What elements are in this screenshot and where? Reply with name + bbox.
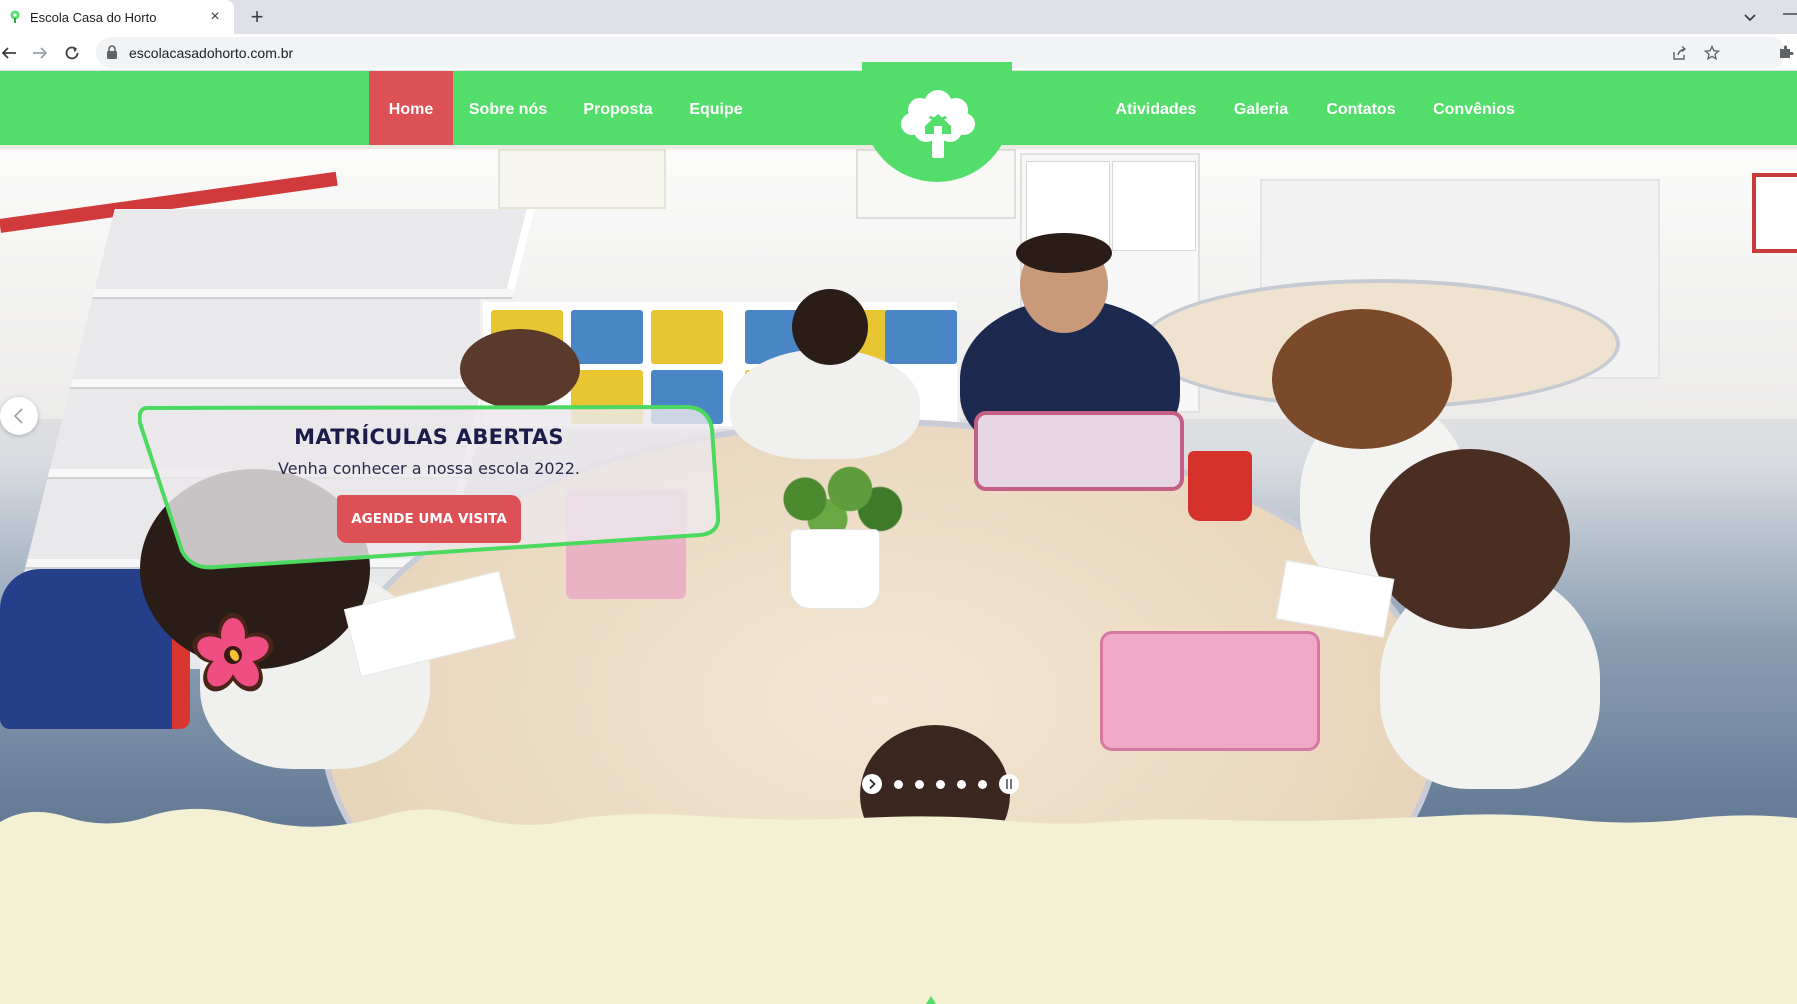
- arrow-right-icon: [33, 47, 48, 59]
- arrow-left-icon: [1, 47, 16, 59]
- slider-dot[interactable]: [894, 779, 903, 789]
- back-button[interactable]: [0, 40, 22, 66]
- bookmark-button[interactable]: [1702, 43, 1722, 63]
- nav-galeria[interactable]: Galeria: [1226, 71, 1296, 149]
- hero-slider: MATRÍCULAS ABERTAS Venha conhecer a noss…: [0, 149, 1797, 849]
- promo-subtitle: Venha conhecer a nossa escola 2022.: [277, 459, 581, 478]
- forward-button[interactable]: [27, 40, 53, 66]
- child-head: [792, 289, 868, 365]
- flower-decoration-icon: [192, 613, 274, 692]
- slider-next-button[interactable]: [862, 774, 882, 794]
- tab-close-icon[interactable]: ×: [204, 9, 226, 25]
- pencil-case: [974, 411, 1184, 491]
- chevron-left-icon: [13, 408, 23, 424]
- enrollment-promo-card: MATRÍCULAS ABERTAS Venha conhecer a noss…: [138, 405, 720, 571]
- star-icon: [1704, 45, 1720, 61]
- slider-dot[interactable]: [936, 779, 945, 789]
- slider-pause-button[interactable]: [999, 774, 1019, 794]
- nav-sobre-nos[interactable]: Sobre nós: [462, 71, 554, 149]
- nav-atividades[interactable]: Atividades: [1108, 71, 1204, 149]
- reload-button[interactable]: [59, 40, 85, 66]
- red-cup: [1188, 451, 1252, 521]
- reload-icon: [65, 46, 79, 60]
- window-minimize-icon[interactable]: [1779, 6, 1797, 22]
- child-figure: [730, 349, 920, 459]
- hero-wave-divider: [0, 808, 1797, 860]
- nav-convenios[interactable]: Convênios: [1426, 71, 1522, 149]
- schedule-visit-button[interactable]: AGENDE UMA VISITA: [337, 495, 521, 543]
- share-icon: [1673, 45, 1687, 60]
- nav-home[interactable]: Home: [369, 71, 453, 149]
- child-head: [460, 329, 580, 409]
- slider-dot[interactable]: [915, 779, 924, 789]
- slider-dot[interactable]: [957, 779, 966, 789]
- child-head: [1370, 449, 1570, 629]
- browser-tab-strip: Escola Casa do Horto × +: [0, 0, 1797, 34]
- url-text: escolacasadohorto.com.br: [129, 45, 294, 61]
- slider-pagination: [862, 774, 1019, 794]
- promo-title: MATRÍCULAS ABERTAS: [294, 425, 564, 449]
- lock-icon: [107, 45, 117, 59]
- browser-tab[interactable]: Escola Casa do Horto ×: [0, 0, 234, 34]
- tab-search-chevron-icon[interactable]: [1739, 6, 1761, 28]
- pause-icon: [1006, 779, 1012, 789]
- site-favicon-icon: [10, 10, 20, 23]
- slider-dot[interactable]: [978, 779, 987, 789]
- share-button[interactable]: [1670, 43, 1690, 63]
- plant-pot: [790, 529, 880, 609]
- teacher-hair: [1016, 233, 1112, 273]
- child-head: [1272, 309, 1452, 449]
- extensions-button[interactable]: [1776, 42, 1796, 62]
- nav-equipe[interactable]: Equipe: [680, 71, 752, 149]
- tab-title: Escola Casa do Horto: [30, 9, 157, 25]
- chevron-right-icon: [869, 778, 876, 790]
- classroom-sign: [1752, 173, 1797, 253]
- classroom-poster: [498, 149, 666, 209]
- nav-proposta[interactable]: Proposta: [574, 71, 662, 149]
- leaf-decoration-icon: [926, 996, 936, 1004]
- slider-prev-button[interactable]: [0, 397, 38, 435]
- new-tab-button[interactable]: +: [244, 4, 270, 30]
- puzzle-icon: [1780, 45, 1794, 58]
- tree-house-icon[interactable]: [896, 84, 980, 160]
- pencil-case: [1100, 631, 1320, 751]
- nav-contatos[interactable]: Contatos: [1320, 71, 1402, 149]
